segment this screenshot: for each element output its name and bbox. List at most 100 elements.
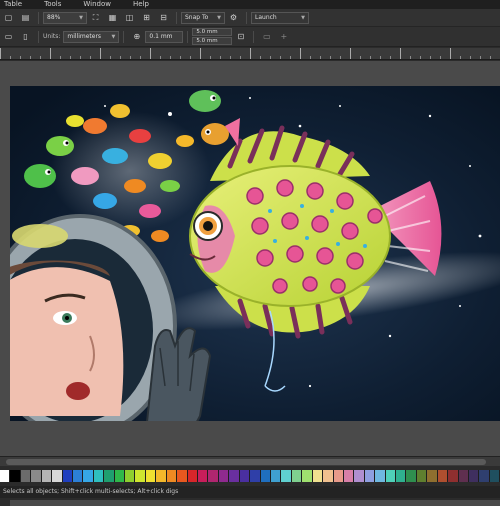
color-swatch[interactable] xyxy=(406,470,417,482)
units-label: Units: xyxy=(43,33,61,40)
color-swatch[interactable] xyxy=(354,470,365,482)
color-swatch[interactable] xyxy=(448,470,459,482)
color-swatch[interactable] xyxy=(343,470,355,482)
separator xyxy=(38,11,39,24)
color-swatch[interactable] xyxy=(229,470,240,482)
separator xyxy=(246,11,247,24)
color-swatch[interactable] xyxy=(125,470,136,482)
menu-item-tools[interactable]: Tools xyxy=(44,0,61,9)
color-swatch[interactable] xyxy=(72,470,84,482)
frame-icon[interactable]: ⊡ xyxy=(234,30,247,43)
add-icon[interactable]: + xyxy=(277,30,290,43)
color-swatch[interactable] xyxy=(270,470,282,482)
duplicate-distance-group: 5.0 mm 5.0 mm xyxy=(192,28,233,45)
chevron-down-icon: ▼ xyxy=(301,14,305,21)
color-swatch[interactable] xyxy=(239,470,251,482)
scrollbar-thumb[interactable] xyxy=(6,459,486,465)
artwork-canvas[interactable] xyxy=(10,86,500,506)
new-document-icon[interactable]: ▢ xyxy=(2,11,15,24)
color-swatch[interactable] xyxy=(291,470,303,482)
color-swatch[interactable] xyxy=(20,470,32,482)
color-swatch[interactable] xyxy=(312,470,324,482)
color-swatch[interactable] xyxy=(52,470,63,482)
options-bar: ▭ ▯ Units: millimeters ▼ ⊕ 0.1 mm 5.0 mm… xyxy=(0,27,500,47)
color-swatch[interactable] xyxy=(375,470,386,482)
color-swatch[interactable] xyxy=(0,470,11,482)
color-swatch[interactable] xyxy=(208,470,219,482)
gear-icon[interactable]: ⚙ xyxy=(227,11,240,24)
nudge-distance-value: 0.1 mm xyxy=(149,33,173,40)
snap-to-label: Snap To xyxy=(185,14,209,21)
color-swatch[interactable] xyxy=(396,470,407,482)
color-swatch[interactable] xyxy=(41,470,53,482)
fullscreen-icon[interactable]: ⛶ xyxy=(89,11,102,24)
separator xyxy=(38,30,39,43)
color-swatch[interactable] xyxy=(218,470,230,482)
separator xyxy=(123,30,125,43)
open-icon[interactable]: ▤ xyxy=(19,11,32,24)
duplicate-x-field[interactable]: 5.0 mm xyxy=(192,28,233,36)
color-swatch[interactable] xyxy=(250,470,261,482)
nudge-distance-field[interactable]: 0.1 mm xyxy=(145,30,184,43)
color-swatch[interactable] xyxy=(177,470,188,482)
units-dropdown[interactable]: millimeters ▼ xyxy=(63,30,120,43)
color-swatch[interactable] xyxy=(302,470,313,482)
color-swatch[interactable] xyxy=(489,470,500,482)
menu-item-help[interactable]: Help xyxy=(133,0,149,9)
color-swatch[interactable] xyxy=(83,470,94,482)
chevron-down-icon: ▼ xyxy=(79,14,83,21)
color-swatch[interactable] xyxy=(198,470,209,482)
color-swatch[interactable] xyxy=(364,470,376,482)
launch-dropdown[interactable]: Launch ▼ xyxy=(251,11,309,24)
color-swatch[interactable] xyxy=(479,470,490,482)
page-icon[interactable]: ▭ xyxy=(260,30,273,43)
status-hint: Selects all objects; Shift+click multi-s… xyxy=(0,486,500,498)
color-swatch[interactable] xyxy=(145,470,157,482)
separator xyxy=(187,30,189,43)
menubar: Table Tools Window Help xyxy=(0,0,500,9)
ruler-major-ticks xyxy=(0,48,500,59)
duplicate-x-value: 5.0 mm xyxy=(196,29,218,35)
color-swatch[interactable] xyxy=(468,470,480,482)
color-swatch[interactable] xyxy=(104,470,115,482)
page-size-icon[interactable]: ▭ xyxy=(2,30,15,43)
duplicate-y-field[interactable]: 5.0 mm xyxy=(192,37,233,45)
color-swatch[interactable] xyxy=(458,470,469,482)
horizontal-scrollbar[interactable] xyxy=(0,456,500,466)
rulers-icon[interactable]: ⊞ xyxy=(140,11,153,24)
color-swatch[interactable] xyxy=(281,470,292,482)
color-swatch[interactable] xyxy=(156,470,167,482)
color-swatch[interactable] xyxy=(114,470,126,482)
menu-item-window[interactable]: Window xyxy=(83,0,111,9)
color-swatch[interactable] xyxy=(416,470,428,482)
chevron-down-icon: ▼ xyxy=(217,14,221,21)
color-palette xyxy=(0,470,500,482)
color-swatch[interactable] xyxy=(385,470,397,482)
zoom-level-dropdown[interactable]: 88% ▼ xyxy=(43,11,87,24)
separator xyxy=(176,11,177,24)
guidelines-icon[interactable]: ⊟ xyxy=(157,11,170,24)
color-swatch[interactable] xyxy=(135,470,146,482)
color-swatch[interactable] xyxy=(62,470,73,482)
color-swatch[interactable] xyxy=(260,470,271,482)
view-mode-icon[interactable]: ◫ xyxy=(123,11,136,24)
color-swatch[interactable] xyxy=(93,470,105,482)
color-swatch[interactable] xyxy=(31,470,42,482)
snap-to-dropdown[interactable]: Snap To ▼ xyxy=(181,11,225,24)
color-swatch[interactable] xyxy=(437,470,449,482)
color-swatch[interactable] xyxy=(427,470,438,482)
launch-label: Launch xyxy=(255,14,277,21)
color-swatch[interactable] xyxy=(166,470,178,482)
grid-icon[interactable]: ▦ xyxy=(106,11,119,24)
horizontal-ruler[interactable] xyxy=(0,48,500,60)
drawing-workspace[interactable] xyxy=(0,61,500,506)
menu-item-table[interactable]: Table xyxy=(4,0,22,9)
color-swatch[interactable] xyxy=(323,470,334,482)
color-swatch[interactable] xyxy=(187,470,199,482)
zoom-level-value: 88% xyxy=(47,14,61,21)
color-swatch[interactable] xyxy=(333,470,344,482)
color-swatch[interactable] xyxy=(10,470,21,482)
duplicate-y-value: 5.0 mm xyxy=(196,38,218,44)
orientation-icon[interactable]: ▯ xyxy=(19,30,32,43)
separator xyxy=(253,30,255,43)
